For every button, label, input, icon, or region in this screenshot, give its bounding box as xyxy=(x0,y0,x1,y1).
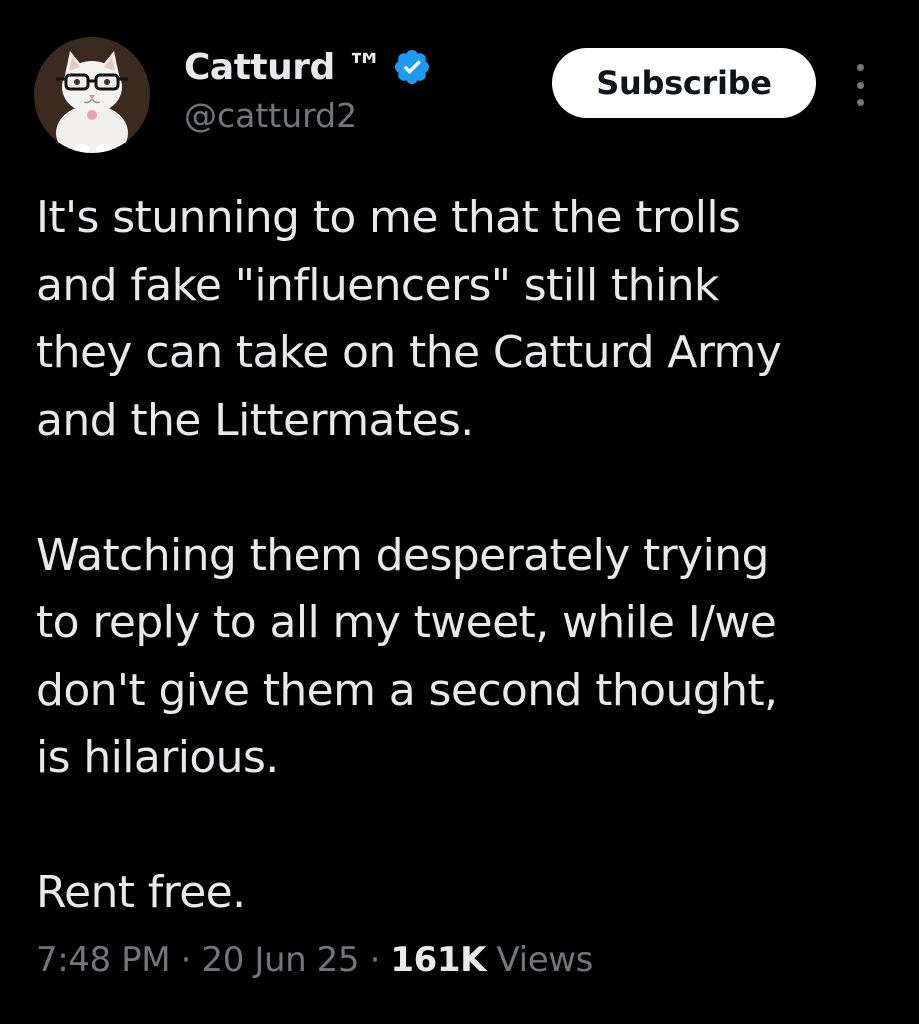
author-display-name[interactable]: Catturd ™ xyxy=(184,47,383,88)
meta-separator: · xyxy=(180,940,192,980)
tweet-paragraph: It's stunning to me that the trolls and … xyxy=(36,184,896,454)
vertical-ellipsis-icon xyxy=(856,64,864,71)
cat-with-glasses-avatar-icon xyxy=(34,37,150,153)
tweet-paragraph: Rent free. xyxy=(36,859,896,927)
subscribe-button[interactable]: Subscribe xyxy=(552,48,816,118)
author-name-row[interactable]: Catturd ™ xyxy=(184,42,432,92)
tweet-line: Watching them desperately trying xyxy=(36,529,769,581)
tweet-text: It's stunning to me that the trolls and … xyxy=(36,184,896,927)
vertical-ellipsis-icon xyxy=(856,99,864,106)
tweet-line: It's stunning to me that the trolls xyxy=(36,192,741,243)
tweet-meta: 7:48 PM · 20 Jun 25 · 161K Views xyxy=(36,940,593,980)
verified-badge-icon[interactable] xyxy=(392,47,432,87)
tweet-time[interactable]: 7:48 PM xyxy=(36,940,171,980)
avatar[interactable] xyxy=(34,37,150,153)
views-count[interactable]: 161K xyxy=(390,940,486,980)
more-options-button[interactable] xyxy=(840,60,880,110)
tweet-line: and fake "influencers" still think xyxy=(36,259,719,311)
tweet-date[interactable]: 20 Jun 25 xyxy=(201,940,359,980)
tweet-paragraph: Watching them desperately trying to repl… xyxy=(36,522,896,792)
tweet-line: to reply to all my tweet, while I/we xyxy=(36,597,777,648)
tweet-line: and the Littermates. xyxy=(36,394,474,446)
tweet-line: they can take on the Catturd Army xyxy=(36,327,782,378)
vertical-ellipsis-icon xyxy=(856,81,864,89)
tweet-line: don't give them a second thought, xyxy=(36,664,778,716)
author-handle[interactable]: @catturd2 xyxy=(184,96,357,135)
tweet-line: is hilarious. xyxy=(36,732,279,783)
meta-separator: · xyxy=(369,940,381,980)
views-label[interactable]: Views xyxy=(497,940,594,980)
tweet-line: Rent free. xyxy=(36,867,246,918)
